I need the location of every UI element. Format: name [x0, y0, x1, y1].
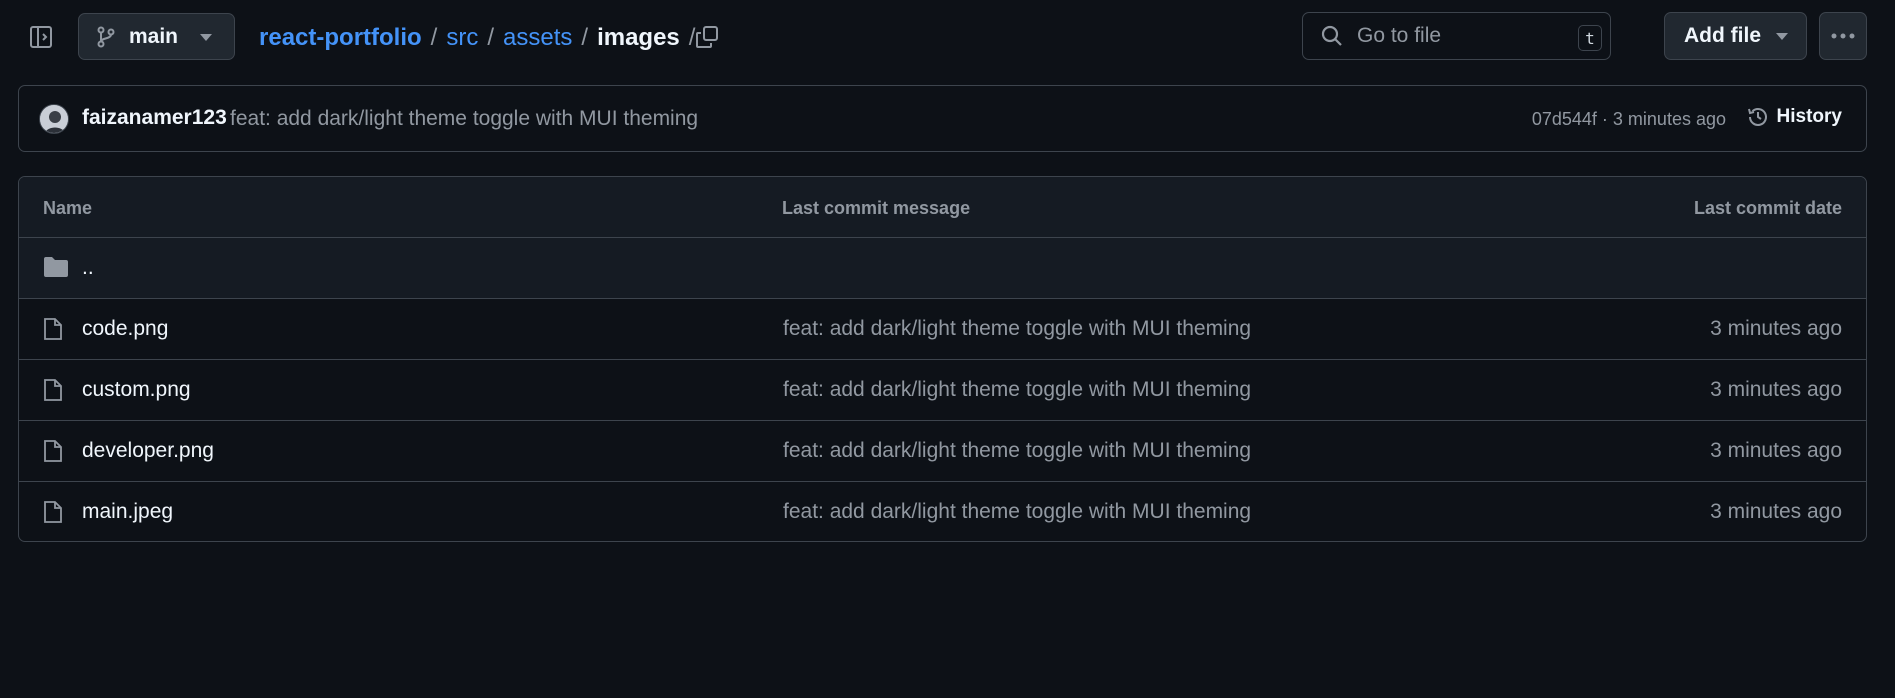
branch-selector-button[interactable]: main — [78, 13, 235, 60]
breadcrumb-separator: / — [430, 24, 438, 51]
table-row: developer.png feat: add dark/light theme… — [19, 421, 1866, 482]
branch-name: main — [129, 24, 179, 48]
commit-hash-time[interactable]: 07d544f · 3 minutes ago — [1532, 109, 1726, 130]
add-file-label: Add file — [1684, 24, 1761, 47]
commit-message-link[interactable]: feat: add dark/light theme toggle with M… — [783, 500, 1251, 524]
kebab-horizontal-icon — [1831, 33, 1855, 39]
file-name-link[interactable]: custom.png — [82, 378, 191, 402]
more-options-button[interactable] — [1819, 12, 1867, 60]
table-row: code.png feat: add dark/light theme togg… — [19, 299, 1866, 360]
commit-date: 3 minutes ago — [1710, 378, 1842, 401]
add-file-button[interactable]: Add file — [1664, 12, 1807, 60]
file-name-link[interactable]: code.png — [82, 317, 168, 341]
avatar-image — [40, 105, 68, 133]
column-last-commit-date: Last commit date — [1693, 198, 1842, 218]
file-icon — [44, 440, 62, 462]
history-label: History — [1776, 106, 1842, 127]
parent-directory-link[interactable]: .. — [82, 256, 94, 280]
keyboard-shortcut-badge: t — [1578, 25, 1602, 51]
commit-date: 3 minutes ago — [1710, 500, 1842, 523]
commit-message-link[interactable]: feat: add dark/light theme toggle with M… — [783, 439, 1251, 463]
sidebar-toggle-button[interactable] — [26, 23, 56, 51]
breadcrumb-link-assets[interactable]: assets — [503, 24, 572, 52]
breadcrumb-separator: / — [581, 24, 589, 51]
table-header: Name Last commit message Last commit dat… — [19, 177, 1866, 238]
go-to-file-input[interactable]: Go to file t — [1302, 12, 1611, 60]
file-name-link[interactable]: main.jpeg — [82, 500, 173, 524]
git-branch-icon — [97, 26, 115, 47]
avatar[interactable] — [39, 104, 69, 134]
table-row: custom.png feat: add dark/light theme to… — [19, 360, 1866, 421]
search-placeholder: Go to file — [1357, 24, 1442, 47]
commit-author[interactable]: faizanamer123 — [82, 106, 227, 130]
search-icon — [1321, 25, 1342, 46]
breadcrumb-current: images — [597, 24, 680, 51]
commit-message-link[interactable]: feat: add dark/light theme toggle with M… — [783, 378, 1251, 402]
history-button[interactable]: History — [1747, 106, 1842, 128]
chevron-down-icon — [1776, 33, 1788, 40]
file-table: Name Last commit message Last commit dat… — [18, 176, 1867, 542]
file-icon — [44, 379, 62, 401]
table-row: main.jpeg feat: add dark/light theme tog… — [19, 482, 1866, 541]
column-name: Name — [43, 198, 93, 218]
file-icon — [44, 318, 62, 340]
copy-icon — [696, 26, 718, 48]
file-icon — [44, 501, 62, 523]
history-icon — [1747, 108, 1767, 126]
column-last-commit-message: Last commit message — [782, 198, 971, 218]
breadcrumb-link-src[interactable]: src — [446, 24, 478, 52]
commit-message-link[interactable]: feat: add dark/light theme toggle with M… — [783, 317, 1251, 341]
latest-commit-bar: faizanamer123 feat: add dark/light theme… — [18, 85, 1867, 152]
file-name-link[interactable]: developer.png — [82, 439, 214, 463]
breadcrumb-repo-link[interactable]: react-portfolio — [259, 24, 422, 52]
commit-date: 3 minutes ago — [1710, 439, 1842, 462]
top-bar: main react-portfolio / src / assets / im… — [0, 0, 1895, 76]
sidebar-toggle-icon — [30, 26, 52, 48]
folder-icon — [44, 257, 68, 277]
breadcrumb: react-portfolio / src / assets / images … — [259, 22, 704, 54]
commit-message[interactable]: feat: add dark/light theme toggle with M… — [230, 107, 698, 131]
chevron-down-icon — [200, 34, 212, 41]
breadcrumb-separator: / — [487, 24, 495, 51]
copy-path-button[interactable] — [692, 22, 722, 52]
commit-date: 3 minutes ago — [1710, 317, 1842, 340]
parent-directory-row[interactable]: .. — [19, 238, 1866, 299]
